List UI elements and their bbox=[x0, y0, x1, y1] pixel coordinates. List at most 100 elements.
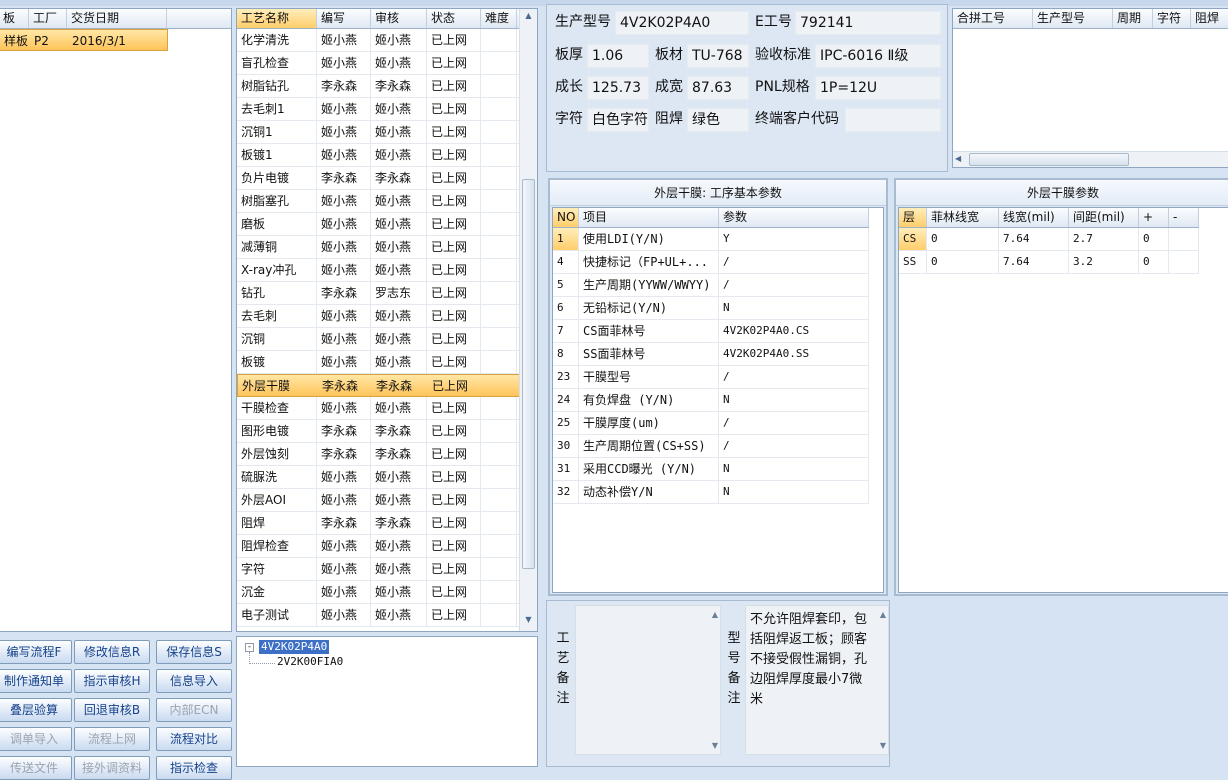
import-info-button[interactable]: 信息导入 bbox=[156, 669, 232, 693]
tree-root-node[interactable]: 4V2K02P4A0 bbox=[259, 640, 330, 654]
process-row[interactable]: 沉铜1 姬小燕 姬小燕 已上网 bbox=[237, 121, 537, 144]
process-row[interactable]: 字符 姬小燕 姬小燕 已上网 bbox=[237, 558, 537, 581]
process-row[interactable]: X-ray冲孔 姬小燕 姬小燕 已上网 bbox=[237, 259, 537, 282]
col-reviewer[interactable]: 审核 bbox=[371, 9, 427, 28]
process-row[interactable]: 阻焊 李永森 李永森 已上网 bbox=[237, 512, 537, 535]
modify-info-button[interactable]: 修改信息R bbox=[74, 640, 150, 664]
model-field[interactable]: 4V2K02P4A0 bbox=[615, 11, 749, 35]
internal-ecn-button[interactable]: 内部ECN bbox=[156, 698, 232, 722]
process-row[interactable]: 去毛刺 姬小燕 姬小燕 已上网 bbox=[237, 305, 537, 328]
cell-reviewer: 姬小燕 bbox=[371, 604, 427, 626]
external-data-button[interactable]: 接外调资料 bbox=[74, 756, 150, 780]
process-row[interactable]: 化学清洗 姬小燕 姬小燕 已上网 bbox=[237, 29, 537, 52]
scroll-up-icon[interactable]: ▲ bbox=[521, 11, 536, 25]
scroll-down-icon[interactable]: ▼ bbox=[880, 741, 886, 750]
order-import-button[interactable]: 调单导入 bbox=[0, 727, 72, 751]
process-row[interactable]: 去毛刺1 姬小燕 姬小燕 已上网 bbox=[237, 98, 537, 121]
col-spacing: 间距(mil) bbox=[1069, 208, 1139, 227]
process-remark-field[interactable]: ▲ ▼ bbox=[575, 605, 721, 755]
hscroll-thumb[interactable] bbox=[969, 153, 1129, 166]
param-row[interactable]: 32 动态补偿Y/N N bbox=[553, 481, 869, 504]
scroll-down-icon[interactable]: ▼ bbox=[521, 615, 536, 629]
cell-reviewer: 姬小燕 bbox=[371, 558, 427, 580]
material-field[interactable]: TU-768 bbox=[687, 44, 749, 68]
scroll-up-icon[interactable]: ▲ bbox=[712, 610, 718, 619]
tree-child-node[interactable]: 2V2K00FIA0 bbox=[277, 655, 343, 669]
process-row[interactable]: 沉铜 姬小燕 姬小燕 已上网 bbox=[237, 328, 537, 351]
param-row[interactable]: 1 使用LDI(Y/N) Y bbox=[553, 228, 869, 251]
process-row[interactable]: 电子测试 姬小燕 姬小燕 已上网 bbox=[237, 604, 537, 627]
process-row[interactable]: 板镀1 姬小燕 姬小燕 已上网 bbox=[237, 144, 537, 167]
param-row[interactable]: 31 采用CCD曝光 (Y/N) N bbox=[553, 458, 869, 481]
param-row[interactable]: 24 有负焊盘 (Y/N) N bbox=[553, 389, 869, 412]
process-row[interactable]: 负片电镀 李永森 李永森 已上网 bbox=[237, 167, 537, 190]
scroll-down-icon[interactable]: ▼ bbox=[712, 741, 718, 750]
film-row[interactable]: CS 0 7.64 2.7 0 bbox=[899, 228, 1199, 251]
param-row[interactable]: 4 快捷标记（FP+UL+... / bbox=[553, 251, 869, 274]
param-row[interactable]: 5 生产周期(YYWW/WWYY) / bbox=[553, 274, 869, 297]
process-row[interactable]: 阻焊检查 姬小燕 姬小燕 已上网 bbox=[237, 535, 537, 558]
param-row[interactable]: 6 无铅标记(Y/N) N bbox=[553, 297, 869, 320]
process-row[interactable]: 磨板 姬小燕 姬小燕 已上网 bbox=[237, 213, 537, 236]
process-row[interactable]: 硫脲洗 姬小燕 姬小燕 已上网 bbox=[237, 466, 537, 489]
process-row[interactable]: 外层AOI 姬小燕 姬小燕 已上网 bbox=[237, 489, 537, 512]
process-row[interactable]: 沉金 姬小燕 姬小燕 已上网 bbox=[237, 581, 537, 604]
flow-online-button[interactable]: 流程上网 bbox=[74, 727, 150, 751]
width-field[interactable]: 87.63 bbox=[687, 76, 749, 100]
film-row[interactable]: SS 0 7.64 3.2 0 bbox=[899, 251, 1199, 274]
instruct-review-button[interactable]: 指示审核H bbox=[74, 669, 150, 693]
param-row[interactable]: 23 干膜型号 / bbox=[553, 366, 869, 389]
length-label: 成长 bbox=[555, 79, 583, 95]
process-scrollbar[interactable]: ▲ ▼ bbox=[519, 9, 537, 631]
flow-compare-button[interactable]: 流程对比 bbox=[156, 727, 232, 751]
order-row[interactable]: 样板 P2 2016/3/1 bbox=[0, 29, 168, 51]
param-row[interactable]: 8 SS面菲林号 4V2K02P4A0.SS bbox=[553, 343, 869, 366]
col-writer[interactable]: 编写 bbox=[317, 9, 371, 28]
scroll-thumb[interactable] bbox=[522, 179, 535, 569]
collapse-icon[interactable]: - bbox=[245, 643, 254, 652]
combine-hscrollbar[interactable]: ◀ bbox=[953, 151, 1228, 167]
process-row[interactable]: 板镀 姬小燕 姬小燕 已上网 bbox=[237, 351, 537, 374]
process-row[interactable]: 钻孔 李永森 罗志东 已上网 bbox=[237, 282, 537, 305]
pnl-field[interactable]: 1P=12U bbox=[815, 76, 941, 100]
model-remark-field[interactable]: 不允许阻焊套印，包括阻焊返工板；顾客不接受假性漏铜，孔边阻焊厚度最小7微米 ▲ … bbox=[745, 605, 889, 755]
scroll-up-icon[interactable]: ▲ bbox=[880, 610, 886, 619]
col-combine-cycle: 周期 bbox=[1113, 9, 1153, 28]
process-row[interactable]: 减薄铜 姬小燕 姬小燕 已上网 bbox=[237, 236, 537, 259]
col-difficulty[interactable]: 难度 bbox=[481, 9, 517, 28]
cell-no: 8 bbox=[553, 343, 579, 365]
write-flow-button[interactable]: 编写流程F bbox=[0, 640, 72, 664]
col-process-name[interactable]: 工艺名称 bbox=[237, 9, 317, 28]
mask-field[interactable]: 绿色 bbox=[687, 108, 749, 132]
make-notice-button[interactable]: 制作通知单 bbox=[0, 669, 72, 693]
cell-line-width: 7.64 bbox=[999, 251, 1069, 273]
col-item: 项目 bbox=[579, 208, 719, 227]
param-row[interactable]: 7 CS面菲林号 4V2K02P4A0.CS bbox=[553, 320, 869, 343]
col-status[interactable]: 状态 bbox=[427, 9, 481, 28]
process-row[interactable]: 树脂钻孔 李永森 李永森 已上网 bbox=[237, 75, 537, 98]
process-row[interactable]: 外层干膜 李永森 李永森 已上网 bbox=[237, 374, 537, 397]
process-row[interactable]: 图形电镀 李永森 李永森 已上网 bbox=[237, 420, 537, 443]
length-field[interactable]: 125.73 bbox=[587, 76, 649, 100]
thickness-field[interactable]: 1.06 bbox=[587, 44, 649, 68]
process-row[interactable]: 盲孔检查 姬小燕 姬小燕 已上网 bbox=[237, 52, 537, 75]
instruct-check-button[interactable]: 指示检查 bbox=[156, 756, 232, 780]
col-delivery-date: 交货日期 bbox=[67, 9, 167, 28]
cell-writer: 姬小燕 bbox=[317, 351, 371, 373]
customer-code-field[interactable] bbox=[845, 108, 941, 132]
process-row[interactable]: 干膜检查 姬小燕 姬小燕 已上网 bbox=[237, 397, 537, 420]
e-no-field[interactable]: 792141 bbox=[795, 11, 941, 35]
save-info-button[interactable]: 保存信息S bbox=[156, 640, 232, 664]
char-field[interactable]: 白色字符 bbox=[587, 108, 649, 132]
col-no: NO bbox=[553, 208, 579, 227]
rollback-review-button[interactable]: 回退审核B bbox=[74, 698, 150, 722]
process-row[interactable]: 树脂塞孔 姬小燕 姬小燕 已上网 bbox=[237, 190, 537, 213]
standard-field[interactable]: IPC-6016 Ⅱ级 bbox=[815, 44, 941, 68]
param-row[interactable]: 30 生产周期位置(CS+SS) / bbox=[553, 435, 869, 458]
send-file-button[interactable]: 传送文件 bbox=[0, 756, 72, 780]
stack-calc-button[interactable]: 叠层验算 bbox=[0, 698, 72, 722]
basic-params-title: 外层干膜: 工序基本参数 bbox=[550, 180, 886, 206]
scroll-left-icon[interactable]: ◀ bbox=[955, 154, 961, 163]
param-row[interactable]: 25 干膜厚度(um) / bbox=[553, 412, 869, 435]
process-row[interactable]: 外层蚀刻 李永森 李永森 已上网 bbox=[237, 443, 537, 466]
